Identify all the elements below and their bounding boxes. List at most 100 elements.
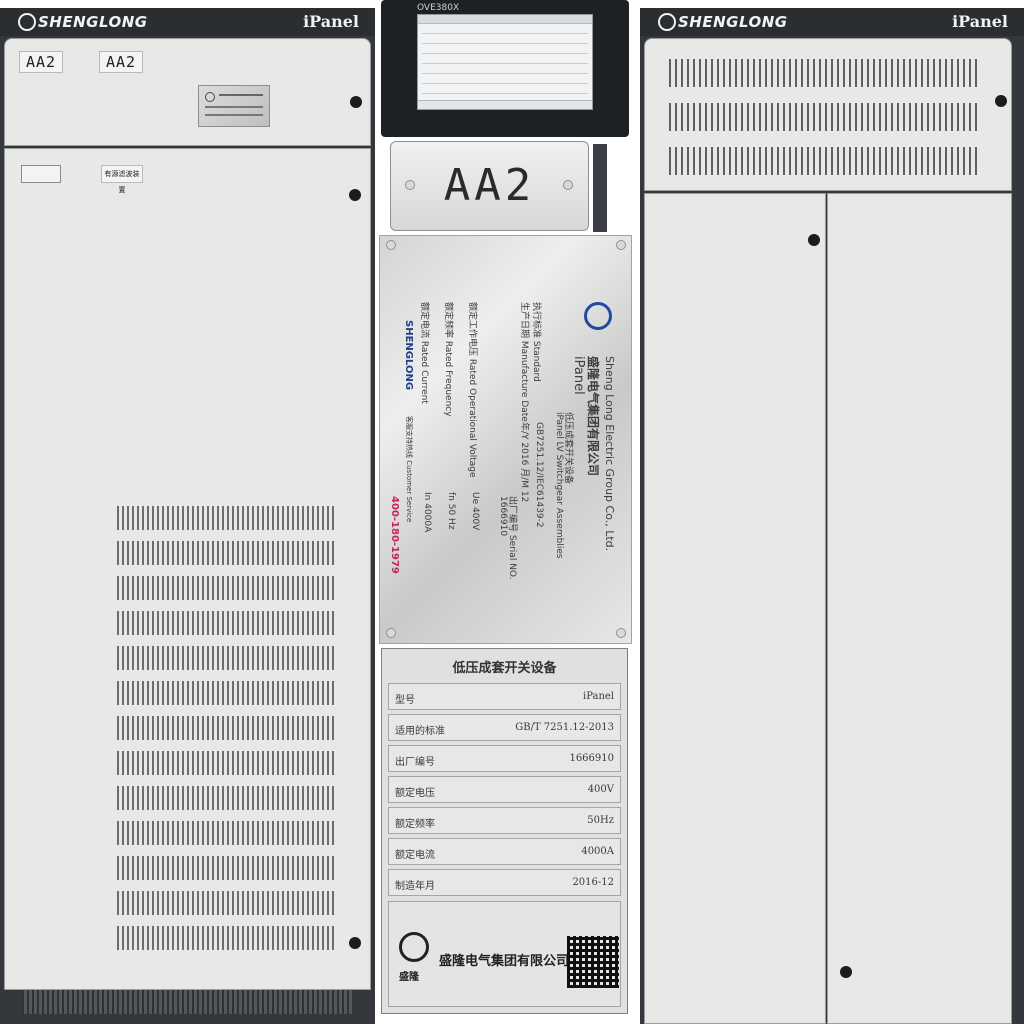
spec-label: 额定工作电压 Rated Operational Voltage <box>467 302 477 478</box>
spec-row-value: 1666910 <box>569 753 614 764</box>
small-nameplate <box>198 85 270 127</box>
spec-row-value: 50Hz <box>587 815 614 826</box>
door-handle[interactable] <box>349 189 361 201</box>
spec-value: fn 50 Hz <box>446 492 456 530</box>
model-label: iPanel <box>952 12 1008 31</box>
door-handle[interactable] <box>840 966 852 978</box>
spec-row-value: iPanel <box>583 691 614 702</box>
unit-tag-left: AA2 <box>19 51 63 73</box>
function-label: 有源滤波装置 <box>101 165 143 194</box>
left-upper-door: AA2 AA2 <box>4 38 371 146</box>
door-handle[interactable] <box>350 96 362 108</box>
vent-row <box>117 576 334 600</box>
vent-row <box>117 716 334 740</box>
logo-icon <box>18 13 36 31</box>
screen-row <box>422 33 588 34</box>
spec-row: 适用的标准 GB/T 7251.12-2013 <box>388 714 621 741</box>
vent-row <box>669 103 981 131</box>
spec-row: 额定频率 50Hz <box>388 807 621 834</box>
right-cabinet: SHENGLONG iPanel <box>640 8 1024 1024</box>
vent-row <box>669 59 981 87</box>
vent-row <box>117 856 334 880</box>
vent-row <box>669 147 981 175</box>
left-lower-door: 有源滤波装置 <box>4 148 371 990</box>
spec-row-label: 型号 <box>395 695 415 706</box>
spec-row-label: 额定电流 <box>395 850 435 861</box>
spec-row-label: 制造年月 <box>395 881 435 892</box>
spec-label: 额定电流 Rated Current <box>419 302 429 404</box>
shenglong-emblem-icon <box>584 302 612 330</box>
door-handle[interactable] <box>808 234 820 246</box>
vent-row <box>117 891 334 915</box>
spec-value: 年/Y 2016 月/M 12 <box>519 422 529 503</box>
spec-label: 生产日期 Manufacture Date <box>519 302 529 422</box>
mount-bracket <box>593 144 607 232</box>
right-upper-door <box>644 38 1012 191</box>
vent-row <box>117 786 334 810</box>
right-lower-door-left <box>644 193 826 1024</box>
spec-row: 制造年月 2016-12 <box>388 869 621 896</box>
spec-label: 执行标准 Standard <box>531 302 541 382</box>
hmi-touch-panel: OVE380X <box>381 0 629 137</box>
nameplate-line <box>219 94 263 96</box>
spec-row-label: 额定频率 <box>395 819 435 830</box>
shenglong-logo: SHENGLONG <box>18 13 148 31</box>
spec-row-value: GB/T 7251.12-2013 <box>515 722 614 733</box>
hmi-screen[interactable] <box>417 14 593 110</box>
left-cabinet-header: SHENGLONG iPanel <box>0 8 375 36</box>
nameplate-line <box>205 114 263 116</box>
spec-plate-title: 低压成套开关设备 <box>452 661 557 676</box>
spec-row: 出厂编号 1666910 <box>388 745 621 772</box>
spec-value: GB7251.12/IEC61439-2 <box>534 422 544 528</box>
product-name: iPanel <box>571 356 586 395</box>
spec-row: 额定电流 4000A <box>388 838 621 865</box>
spec-value: In 4000A <box>422 492 432 533</box>
base-vent <box>22 990 352 1014</box>
spec-row: 型号 iPanel <box>388 683 621 710</box>
aa2-plate-text: AA2 <box>443 160 536 211</box>
spec-row-label: 出厂编号 <box>395 757 435 768</box>
logo-text: SHENGLONG <box>38 13 148 31</box>
service-label: 客服支持热线 Customer Service <box>405 416 413 523</box>
spec-row-value: 4000A <box>581 846 614 857</box>
vent-row <box>117 541 334 565</box>
spec-label: 额定频率 Rated Frequency <box>443 302 453 417</box>
shenglong-emblem-icon <box>399 932 429 962</box>
spec-plate-footer: 盛隆 盛隆电气集团有限公司 <box>388 901 621 1007</box>
spec-value: Ue 400V <box>470 492 480 531</box>
model-label: iPanel <box>303 12 359 31</box>
vent-row <box>117 926 334 950</box>
screen-row <box>422 73 588 74</box>
vent-row <box>117 646 334 670</box>
qr-code-icon <box>567 936 619 988</box>
screen-row <box>422 83 588 84</box>
door-handle[interactable] <box>349 937 361 949</box>
steel-nameplate: Sheng Long Electric Group Co., Ltd. 盛隆电气… <box>379 235 632 644</box>
logo-icon <box>658 13 676 31</box>
spec-row-value: 400V <box>587 784 614 795</box>
screen-row <box>422 53 588 54</box>
right-cabinet-header: SHENGLONG iPanel <box>640 8 1024 36</box>
shenglong-logo: SHENGLONG <box>658 13 788 31</box>
logo-text: SHENGLONG <box>678 13 788 31</box>
spec-row-value: 2016-12 <box>572 877 614 888</box>
logo-caption: 盛隆 <box>399 972 419 983</box>
nameplate-line <box>205 106 263 108</box>
screen-row <box>422 93 588 94</box>
company-name: 盛隆电气集团有限公司 <box>439 954 570 969</box>
screen-row <box>422 63 588 64</box>
vent-row <box>117 681 334 705</box>
spec-row-label: 额定电压 <box>395 788 435 799</box>
spec-row-label: 适用的标准 <box>395 726 445 737</box>
screw-icon <box>616 628 626 638</box>
product-en: iPanel LV Switchgear Assemblies <box>554 412 564 559</box>
vent-row <box>117 506 334 530</box>
screen-header <box>418 15 592 24</box>
door-handle[interactable] <box>995 95 1007 107</box>
spec-plate: 低压成套开关设备 型号 iPanel 适用的标准 GB/T 7251.12-2013… <box>381 648 628 1014</box>
vent-row <box>117 751 334 775</box>
left-cabinet: SHENGLONG iPanel AA2 AA2 有源滤波装置 <box>0 8 375 1024</box>
screen-row <box>422 43 588 44</box>
spec-row: 额定电压 400V <box>388 776 621 803</box>
ventilation-grille <box>117 506 334 958</box>
